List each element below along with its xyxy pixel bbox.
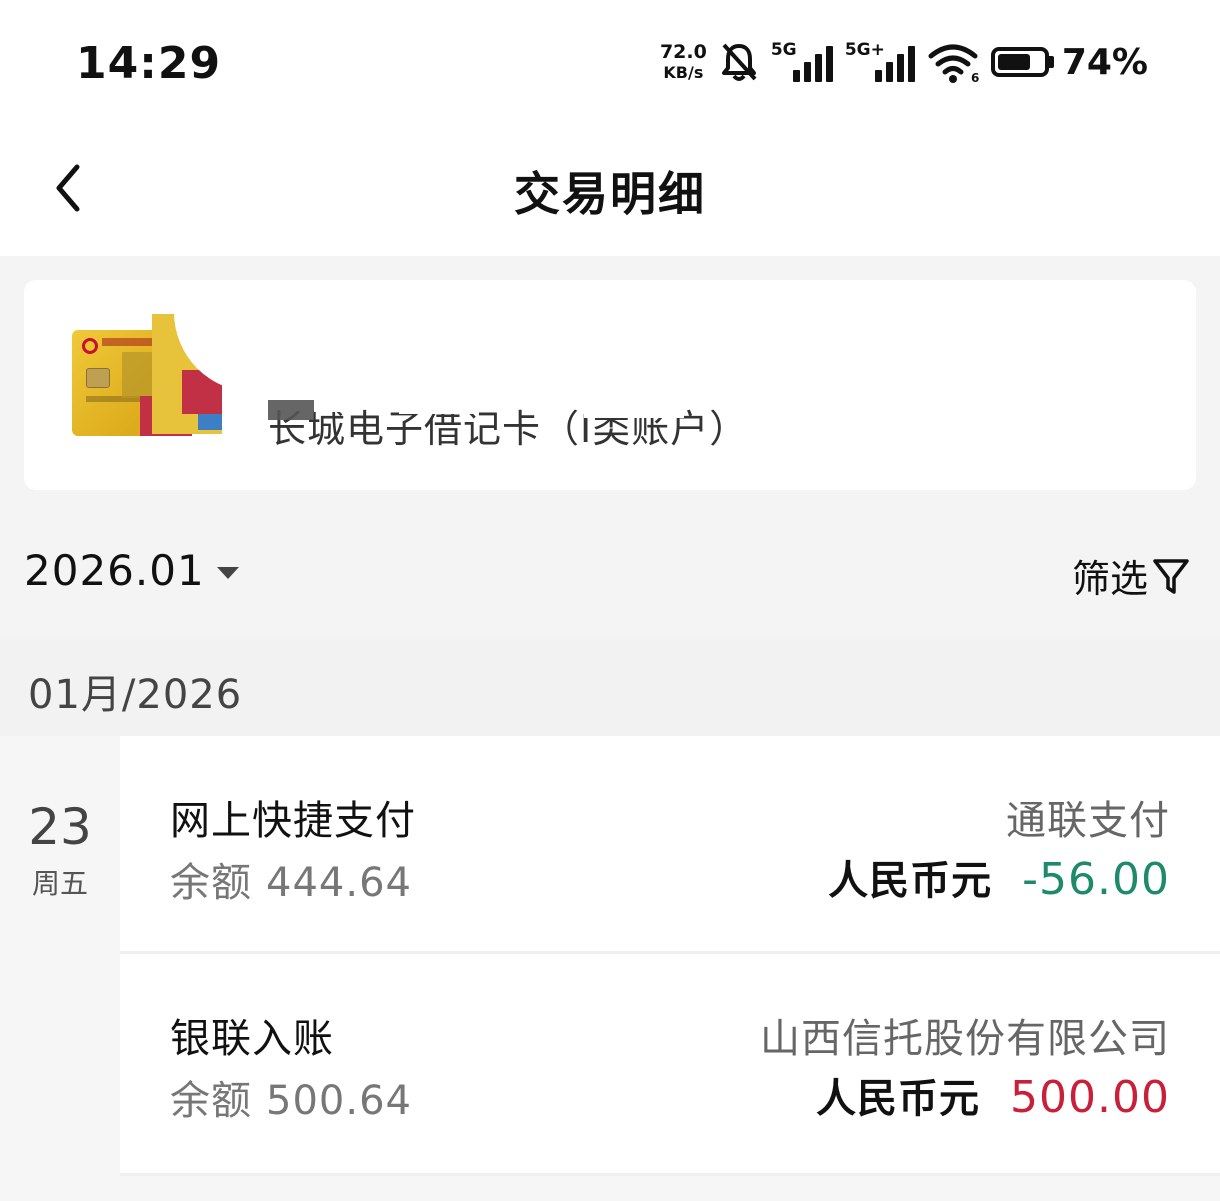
account-card[interactable]: 长城电子借记卡（I类账户） — [24, 280, 1196, 490]
funnel-icon — [1153, 558, 1189, 594]
transaction-amount: 500.00 — [1010, 1072, 1170, 1123]
transaction-row[interactable]: 银联入账 余额 500.64 山西信托股份有限公司 人民币元 500.00 — [120, 954, 1220, 1176]
currency-label: 人民币元 — [816, 1076, 981, 1122]
day-number: 23 — [28, 798, 92, 856]
privacy-mask — [584, 392, 684, 418]
status-time: 14:29 — [76, 38, 222, 89]
balance-label: 余额 — [170, 860, 252, 906]
transaction-type: 网上快捷支付 — [170, 798, 416, 844]
balance-value: 444.64 — [266, 860, 412, 906]
transaction-counterparty: 山西信托股份有限公司 — [760, 1016, 1170, 1062]
balance-value: 500.64 — [266, 1078, 412, 1124]
transaction-amount-row: 人民币元 -56.00 — [828, 848, 1170, 906]
bell-muted-icon — [721, 43, 757, 81]
signal-icon: 5G+ — [845, 40, 915, 84]
filter-label: 筛选 — [1071, 557, 1148, 601]
transaction-balance: 余额 500.64 — [170, 1068, 412, 1126]
svg-text:6: 6 — [971, 71, 979, 84]
date-column: 23 周五 — [0, 736, 120, 1201]
title-bar: 交易明细 — [0, 120, 1220, 256]
transaction-amount: -56.00 — [1022, 854, 1170, 905]
month-selector[interactable]: 2026.01 — [24, 546, 239, 595]
status-icons: 72.0 KB/s 5G 5G+ 6 74% — [660, 36, 1148, 88]
month-value: 2026.01 — [24, 546, 205, 595]
status-bar: 14:29 72.0 KB/s 5G 5G+ 6 74% — [0, 0, 1220, 120]
network-speed-unit: KB/s — [663, 63, 704, 82]
transaction-list-area: 23 周五 网上快捷支付 余额 444.64 通联支付 人民币元 -56.00 银… — [0, 736, 1220, 1201]
balance-label: 余额 — [170, 1078, 252, 1124]
battery-icon: 74% — [990, 41, 1148, 83]
filter-button[interactable]: 筛选 — [1072, 548, 1190, 603]
transaction-row[interactable]: 网上快捷支付 余额 444.64 通联支付 人民币元 -56.00 — [120, 736, 1220, 954]
month-group-label: 01月/2026 — [28, 672, 243, 718]
network-speed: 72.0 KB/s — [660, 43, 707, 81]
weekday-label: 周五 — [31, 867, 88, 900]
battery-percent: 74% — [1061, 41, 1148, 83]
filter-row: 2026.01 筛选 — [0, 514, 1220, 634]
transaction-balance: 余额 444.64 — [170, 850, 412, 908]
privacy-mask — [399, 392, 479, 414]
month-group-header: 01月/2026 — [0, 636, 1220, 736]
privacy-mask — [314, 392, 344, 412]
wifi-icon: 6 — [928, 44, 979, 84]
currency-label: 人民币元 — [828, 858, 993, 904]
signal-icon: 5G — [771, 40, 833, 84]
transaction-amount-row: 人民币元 500.00 — [816, 1066, 1170, 1124]
transaction-type: 银联入账 — [170, 1016, 334, 1062]
privacy-mask — [268, 400, 314, 420]
page-title: 交易明细 — [514, 167, 706, 221]
privacy-mask — [174, 280, 734, 392]
transaction-list: 网上快捷支付 余额 444.64 通联支付 人民币元 -56.00 银联入账 余额… — [120, 736, 1220, 1176]
caret-down-icon — [216, 566, 239, 579]
network-speed-value: 72.0 — [659, 41, 707, 63]
transaction-counterparty: 通联支付 — [1006, 798, 1170, 844]
